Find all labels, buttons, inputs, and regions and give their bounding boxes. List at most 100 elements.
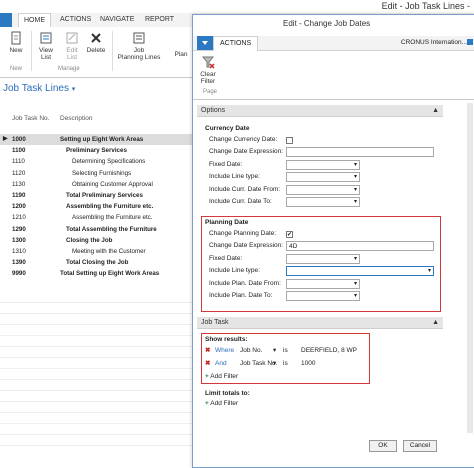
- job-task-label: Job Task: [201, 319, 229, 326]
- chevron-down-icon: ▾: [353, 186, 357, 193]
- table-row[interactable]: 1100 Preliminary Services: [0, 145, 200, 156]
- chevron-down-icon: ▾: [353, 174, 357, 181]
- table-row[interactable]: 1310 Meeting with the Customer: [0, 246, 200, 257]
- tab-actions[interactable]: ACTIONS: [213, 36, 259, 51]
- dialog-file-button[interactable]: [197, 36, 213, 50]
- dropdown-field[interactable]: ▾: [286, 253, 360, 264]
- edit-list-button[interactable]: Edit List: [60, 31, 84, 61]
- clear-filter-label: Clear Filter: [200, 71, 216, 85]
- table-row[interactable]: 1390 Total Closing the Job: [0, 257, 200, 268]
- remove-filter-icon[interactable]: ✖: [205, 346, 210, 356]
- edit-list-label: Edit List: [66, 47, 78, 61]
- job-task-no-cell: 1100: [12, 147, 26, 155]
- chevron-down-icon[interactable]: ▾: [72, 86, 76, 93]
- table-row[interactable]: 1300 Closing the Job: [0, 235, 200, 246]
- filter-value[interactable]: 1000: [301, 359, 315, 369]
- page-title-text: Job Task Lines: [3, 83, 69, 94]
- filter-operator: is: [283, 360, 288, 367]
- filter-field-dropdown[interactable]: Job Task No.: [240, 359, 277, 369]
- company-name[interactable]: CRONUS Internation...: [401, 39, 467, 46]
- chevron-down-icon: [202, 41, 208, 45]
- filter-field-dropdown[interactable]: Job No.: [240, 346, 262, 356]
- file-tab[interactable]: [0, 13, 12, 27]
- table-row[interactable]: 1110 Determining Specifications: [0, 156, 200, 167]
- dropdown-field[interactable]: ▾: [286, 278, 360, 289]
- chevron-down-icon: ▾: [353, 280, 357, 287]
- chevron-up-icon: ▲: [432, 319, 439, 326]
- add-filter-link[interactable]: + Add Filter: [205, 372, 238, 382]
- cancel-button[interactable]: Cancel: [403, 440, 437, 452]
- new-button[interactable]: New: [4, 31, 28, 54]
- dropdown-field[interactable]: ▾: [286, 172, 360, 183]
- table-row[interactable]: 1210 Assembling the Furniture etc.: [0, 212, 200, 223]
- table-row[interactable]: 9990 Total Setting up Eight Work Areas: [0, 268, 200, 279]
- table-row[interactable]: 1190 Total Preliminary Services: [0, 190, 200, 201]
- tab-navigate[interactable]: NAVIGATE: [95, 13, 139, 27]
- field-label: Include Line type:: [209, 267, 260, 275]
- field-label: Include Line type:: [209, 173, 260, 181]
- dropdown-field[interactable]: ▾: [286, 184, 360, 195]
- description-cell: Meeting with the Customer: [72, 248, 146, 255]
- dialog-ribbon-tabs: ACTIONS CRONUS Internation...: [193, 36, 474, 51]
- dialog-titlebar: Edit - Change Job Dates: [193, 15, 474, 31]
- currency-date-header: Currency Date: [205, 125, 250, 132]
- dialog-scrollbar[interactable]: [467, 103, 473, 433]
- tab-home[interactable]: HOME: [18, 13, 51, 28]
- description-cell: Total Setting up Eight Work Areas: [60, 270, 160, 278]
- table-row[interactable]: 1120 Selecting Furnishings: [0, 168, 200, 179]
- job-task-no-cell: 1000: [12, 136, 26, 143]
- plan-button[interactable]: Plan: [170, 51, 192, 58]
- text-field[interactable]: 4D: [286, 241, 434, 252]
- field-label: Include Plan. Date From:: [209, 279, 281, 287]
- planning-date-header: Planning Date: [205, 219, 249, 226]
- job-task-no-cell: 1190: [12, 192, 26, 199]
- chevron-down-icon: ▾: [273, 360, 277, 367]
- job-task-no-cell: 1110: [12, 158, 25, 166]
- grid-header: Job Task No. Description: [0, 112, 200, 126]
- table-row[interactable]: 1290 Total Assembling the Furniture: [0, 224, 200, 235]
- table-row[interactable]: 1200 Assembling the Furniture etc.: [0, 201, 200, 212]
- description-cell: Determining Specifications: [72, 158, 146, 166]
- field-label: Fixed Date:: [209, 160, 243, 168]
- filter-value[interactable]: DEERFIELD, 8 WP: [301, 346, 357, 356]
- job-task-no-cell: 1300: [12, 236, 26, 244]
- remove-filter-icon[interactable]: ✖: [205, 359, 210, 369]
- checkbox[interactable]: [286, 137, 293, 144]
- field-label: Change Currency Date:: [209, 136, 278, 143]
- tab-actions[interactable]: ACTIONS: [55, 13, 96, 27]
- field-label: Change Date Expression:: [209, 242, 284, 250]
- clear-filter-button[interactable]: Clear Filter: [197, 55, 219, 85]
- view-list-icon: [40, 32, 52, 44]
- clear-filter-icon: [201, 56, 215, 69]
- change-job-dates-dialog: Edit - Change Job Dates ACTIONS CRONUS I…: [192, 14, 474, 468]
- group-page-label: Page: [203, 89, 218, 95]
- column-header-description[interactable]: Description: [60, 115, 93, 122]
- job-task-fasttab[interactable]: Job Task ▲: [197, 317, 443, 329]
- column-header-job-task-no[interactable]: Job Task No.: [12, 115, 49, 122]
- delete-button[interactable]: Delete: [84, 31, 108, 54]
- dropdown-field[interactable]: ▾: [286, 197, 360, 207]
- job-planning-lines-button[interactable]: Job Planning Lines: [115, 31, 163, 61]
- text-field[interactable]: [286, 147, 434, 158]
- table-row[interactable]: 1130 Obtaining Customer Approval: [0, 179, 200, 190]
- field-label: Change Date Expression:: [209, 148, 284, 156]
- field-label: Change Planning Date:: [209, 230, 277, 237]
- delete-label: Delete: [86, 47, 106, 54]
- table-row[interactable]: ▶ 1000 Setting up Eight Work Areas: [0, 134, 200, 146]
- dropdown-field[interactable]: ▾: [286, 266, 434, 277]
- options-fasttab[interactable]: Options ▲: [197, 105, 443, 117]
- view-list-button[interactable]: View List: [34, 31, 58, 61]
- dropdown-field[interactable]: ▾: [286, 159, 360, 170]
- field-label: Include Curr. Date From:: [209, 185, 281, 193]
- ok-button[interactable]: OK: [369, 440, 397, 452]
- add-limit-filter-link[interactable]: + Add Filter: [205, 399, 238, 409]
- checkbox[interactable]: ✔: [286, 231, 293, 238]
- add-filter-label-2: Add Filter: [210, 400, 239, 407]
- dialog-title: Edit - Change Job Dates: [283, 19, 371, 28]
- description-cell: Total Closing the Job: [66, 259, 129, 267]
- job-task-no-cell: 1310: [12, 248, 26, 255]
- filter-conjunction: And: [215, 360, 227, 367]
- tab-report[interactable]: REPORT: [140, 13, 179, 27]
- filter-operator: is: [283, 347, 288, 354]
- dropdown-field[interactable]: ▾: [286, 291, 360, 301]
